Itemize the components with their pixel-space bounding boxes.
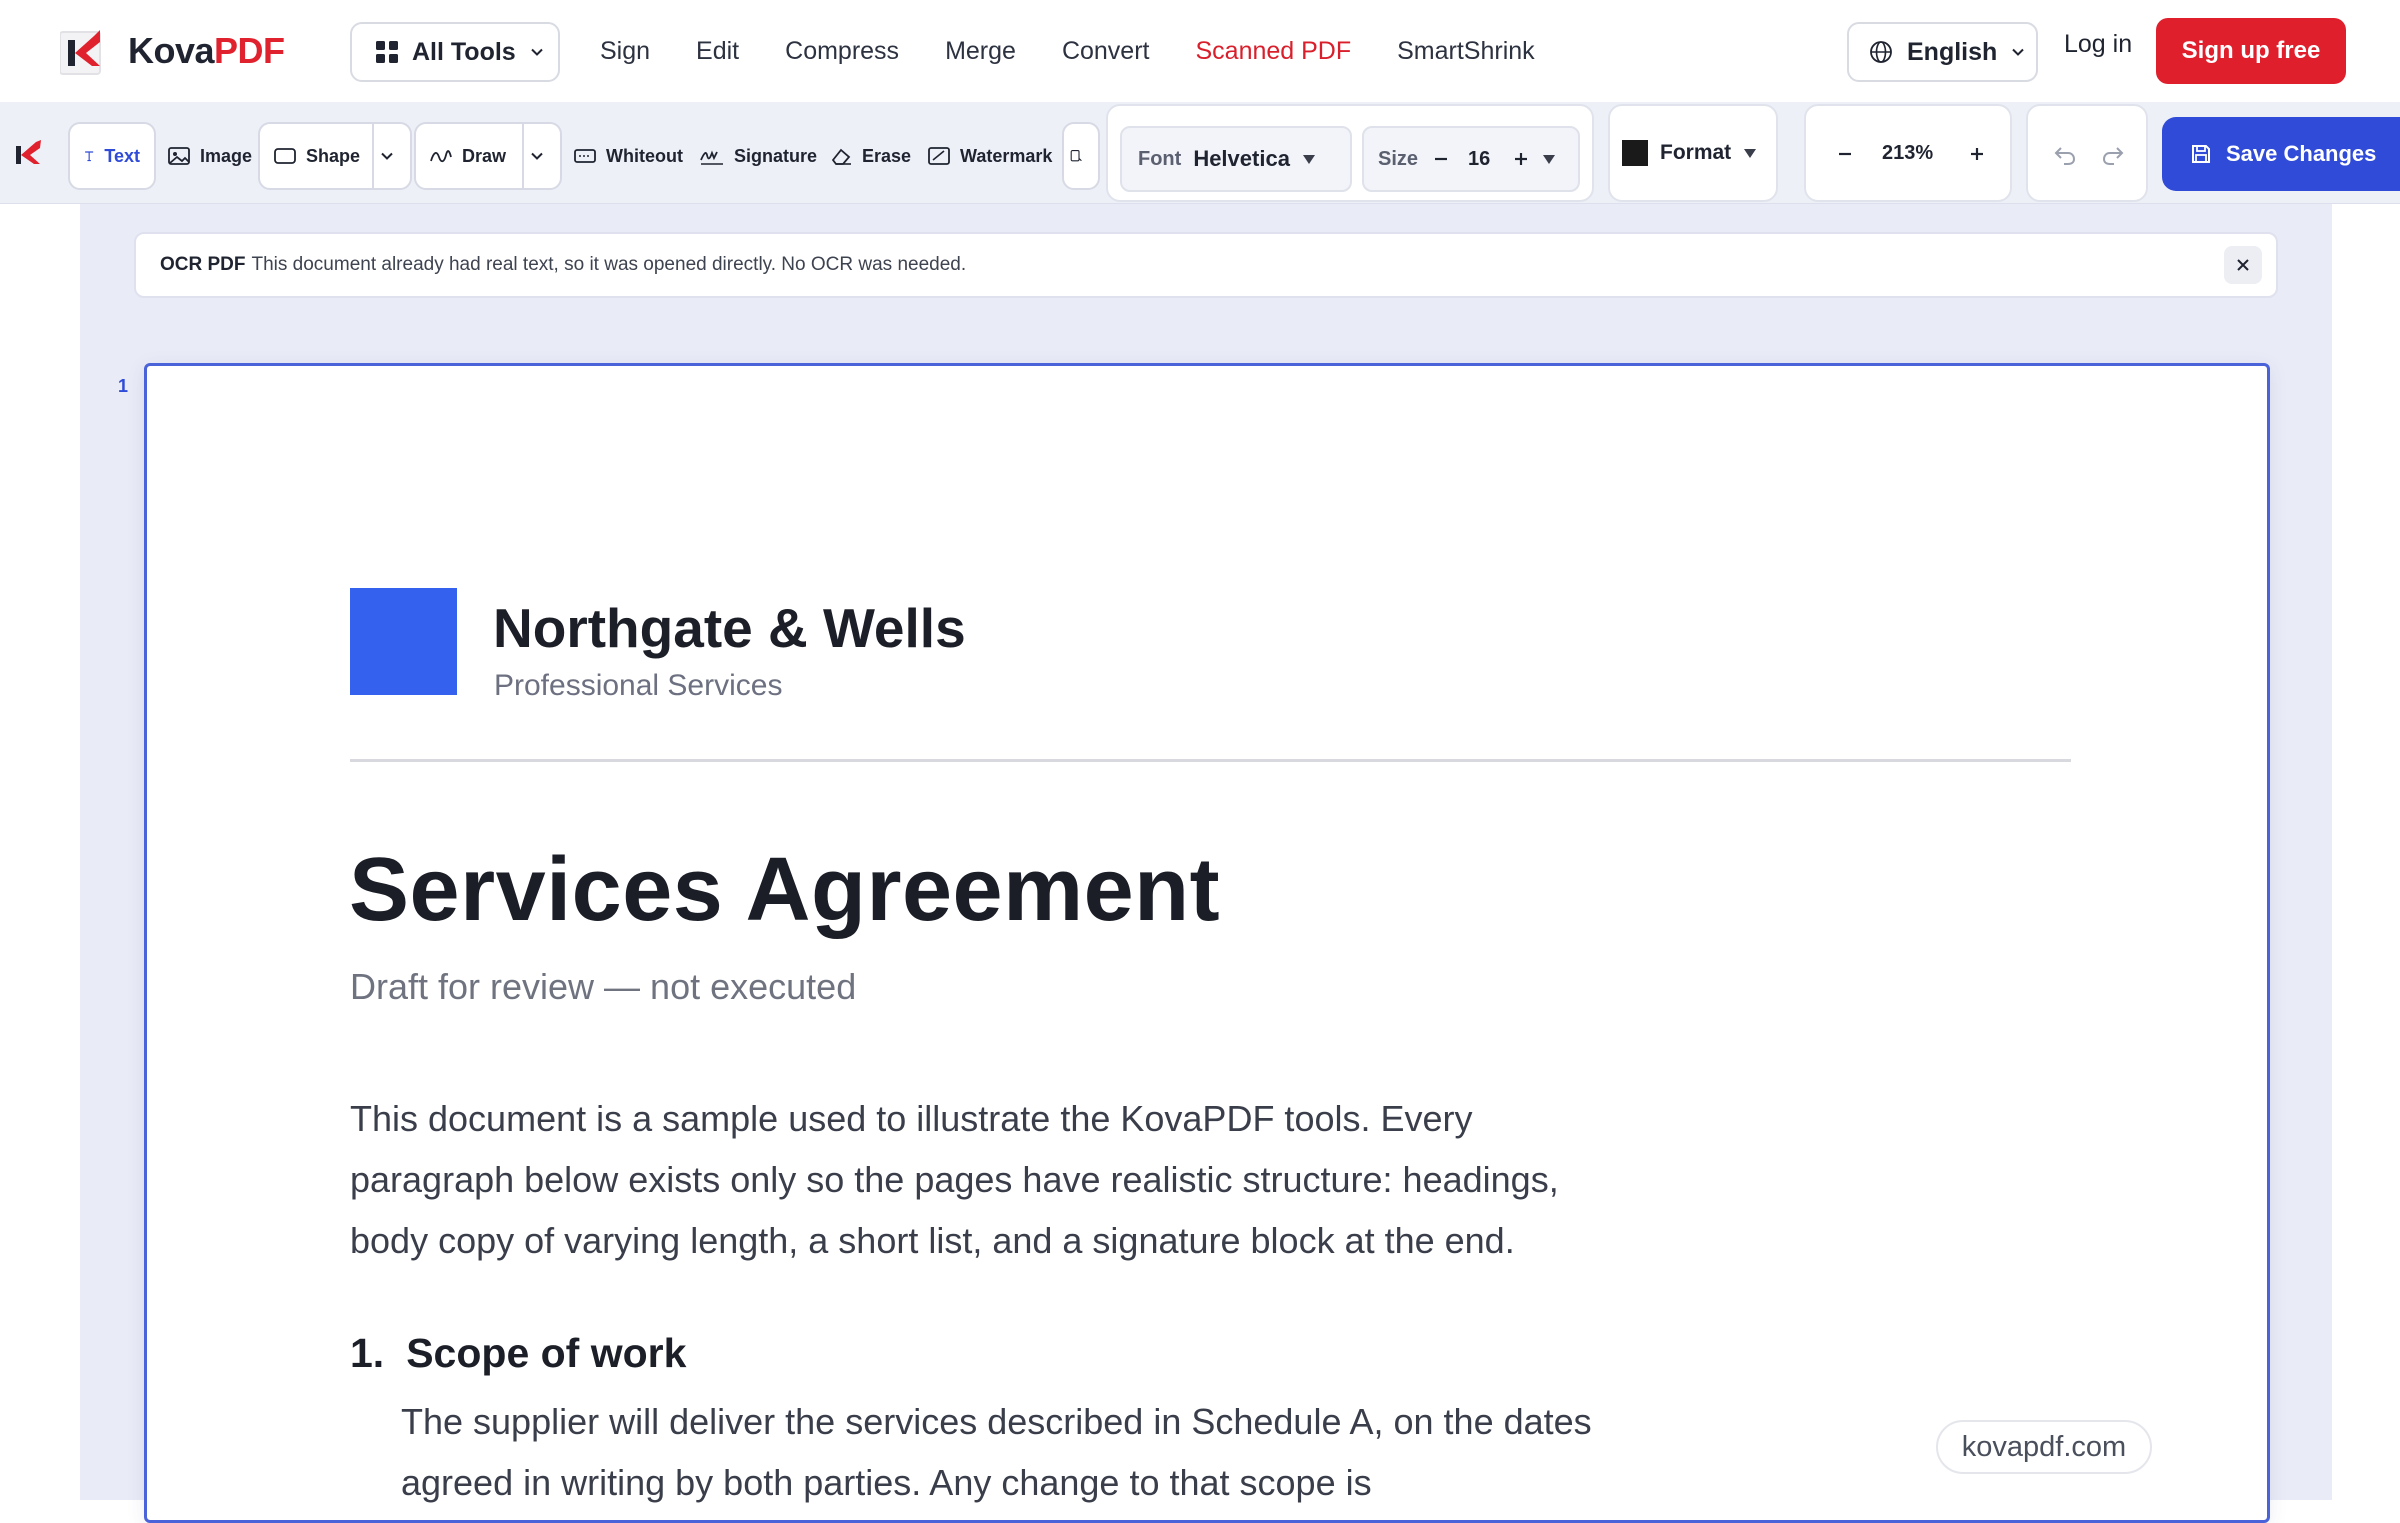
shape-tool-button[interactable]: Shape [258,122,412,190]
signature-icon [700,150,723,165]
font-selector[interactable]: Font Helvetica [1120,126,1352,192]
kova-logo-icon [60,30,101,75]
image-tool-label: Image [200,145,253,166]
chevron-down-icon [531,152,543,160]
all-tools-dropdown[interactable]: All Tools [350,22,560,82]
chevron-down-icon [2012,48,2025,56]
chevron-down-icon [381,152,393,160]
zoom-out-button[interactable] [1836,145,1854,163]
eraser-icon [831,148,851,165]
image-icon [168,147,190,165]
save-changes-button[interactable]: Save Changes [2162,117,2400,191]
format-dropdown[interactable]: Format [1622,126,1757,180]
shape-dropdown-toggle[interactable] [372,124,410,188]
whiteout-tool-button[interactable]: Whiteout [574,122,683,190]
site-watermark-badge: kovapdf.com [1936,1420,2152,1474]
nav-link-scanned-pdf[interactable]: Scanned PDF [1195,37,1351,66]
size-value[interactable]: 16 [1468,148,1490,171]
erase-tool-button[interactable]: Erase [830,122,911,190]
page-number: 1 [118,376,129,396]
intro-paragraph[interactable]: This document is a sample used to illust… [350,1088,1640,1271]
ocr-notice-title: OCR PDF [160,254,246,275]
nav-link-smartshrink[interactable]: SmartShrink [1397,37,1535,66]
erase-tool-label: Erase [862,145,912,166]
caret-down-icon [1744,149,1757,158]
text-icon [85,151,94,162]
font-value: Helvetica [1193,146,1290,171]
watermark-icon [928,147,950,165]
document-title[interactable]: Services Agreement [349,839,1220,942]
save-icon [2192,145,2210,163]
whiteout-icon [574,149,596,163]
chevron-down-icon [530,48,543,56]
zoom-group: 213% [1804,104,2012,202]
zoom-in-button[interactable] [1968,145,1986,163]
ocr-notice: OCR PDF This document already had real t… [134,232,2278,298]
draw-dropdown-toggle[interactable] [522,124,560,188]
caret-down-icon [1302,155,1315,164]
nav-link-compress[interactable]: Compress [785,37,899,66]
watermark-tool-button[interactable]: Watermark [928,122,1052,190]
signature-tool-button[interactable]: Signature [700,122,817,190]
format-color-swatch [1622,140,1648,166]
font-label: Font [1138,147,1182,170]
nav-link-convert[interactable]: Convert [1062,37,1150,66]
squiggle-icon [430,150,452,163]
globe-icon [1870,41,1892,63]
rectangle-icon [274,148,296,164]
size-decrease-button[interactable] [1432,150,1450,168]
company-tagline[interactable]: Professional Services [494,669,782,703]
nav-link-merge[interactable]: Merge [945,37,1016,66]
company-name[interactable]: Northgate & Wells [493,596,966,660]
ocr-notice-message: This document already had real text, so … [251,254,967,275]
kova-small-logo-icon[interactable] [12,138,44,170]
draw-tool-button[interactable]: Draw [414,122,562,190]
shape-tool-label: Shape [306,145,361,166]
size-label: Size [1378,147,1419,170]
company-logo-square [350,588,457,695]
text-style-group: Font Helvetica Size 16 [1106,104,1594,202]
section-number: 1. [350,1330,385,1376]
signature-tool-label: Signature [734,145,818,166]
caret-down-icon[interactable] [1542,153,1556,165]
section-heading[interactable]: 1. Scope of work [350,1330,686,1377]
section-title: Scope of work [406,1330,687,1376]
page-icon [1070,150,1082,162]
page-tool-button[interactable] [1062,122,1100,190]
all-tools-label: All Tools [412,37,516,66]
document-subtitle[interactable]: Draft for review — not executed [350,966,856,1008]
section-body[interactable]: The supplier will deliver the services d… [401,1391,1601,1513]
brand-logo[interactable]: KovaPDF [60,26,285,76]
format-group: Format [1608,104,1778,202]
login-link[interactable]: Log in [2064,30,2132,59]
ocr-notice-close-button[interactable] [2224,246,2262,284]
watermark-tool-label: Watermark [960,145,1053,166]
nav-links: Sign Edit Compress Merge Convert Scanned… [600,0,1581,102]
language-label: English [1907,37,1998,66]
zoom-level: 213% [1882,142,1934,164]
close-icon [2237,259,2249,271]
format-label: Format [1660,141,1732,164]
image-tool-button[interactable]: Image [168,122,252,190]
language-selector[interactable]: English [1847,22,2038,82]
nav-link-sign[interactable]: Sign [600,37,650,66]
size-increase-button[interactable] [1512,150,1530,168]
draw-tool-label: Draw [462,145,507,166]
save-changes-label: Save Changes [2226,141,2377,166]
text-tool-button[interactable]: Text [68,122,156,190]
whiteout-tool-label: Whiteout [606,145,683,166]
redo-icon[interactable] [2100,142,2126,168]
brand-name: KovaPDF [128,30,285,71]
undo-icon[interactable] [2052,142,2078,168]
text-tool-label: Text [104,145,140,166]
size-control: Size 16 [1362,126,1580,192]
nav-link-edit[interactable]: Edit [696,37,739,66]
signup-button[interactable]: Sign up free [2156,18,2346,84]
header-divider [350,759,2071,762]
pdf-page[interactable]: Northgate & Wells Professional Services … [144,363,2270,1523]
grid-icon [376,41,398,63]
top-nav: KovaPDF All Tools Sign Edit Compress Mer… [0,0,2400,102]
history-group [2026,104,2148,202]
